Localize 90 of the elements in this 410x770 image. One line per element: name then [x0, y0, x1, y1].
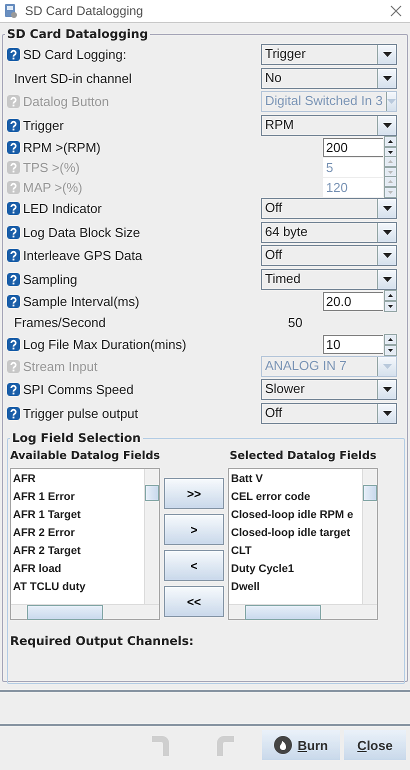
list-item[interactable]: CLT	[231, 542, 360, 560]
dropdown[interactable]: Trigger	[261, 44, 397, 66]
spinner-icon[interactable]	[384, 334, 397, 356]
caret-icon	[382, 410, 392, 416]
help-icon[interactable]	[7, 118, 20, 132]
field-label: Interleave GPS Data	[23, 248, 144, 264]
field-label: MAP >(%)	[23, 180, 84, 194]
help-icon[interactable]	[7, 294, 20, 308]
caret-icon	[382, 122, 392, 128]
caret-icon	[382, 387, 392, 392]
field-list[interactable]: AFR AFR 1 Error AFR 1 Target AFR 2 Error AFR 2 Target AFR load AT TCLU duty	[10, 468, 160, 620]
help-icon[interactable]	[7, 272, 20, 286]
help-icon[interactable]	[7, 226, 20, 239]
field-label: Sampling	[23, 272, 78, 287]
list-item[interactable]: Batt V	[231, 470, 360, 488]
list-item[interactable]: Dwell	[231, 578, 360, 596]
spinner-icon[interactable]	[384, 290, 397, 312]
dropdown[interactable]: Timed	[261, 268, 397, 290]
number-field[interactable]: 20.0	[323, 292, 383, 310]
close-icon[interactable]	[390, 5, 402, 17]
help-icon[interactable]	[7, 383, 20, 396]
caret-icon	[382, 364, 392, 369]
field-label: Stream Input	[23, 358, 98, 374]
help-icon[interactable]	[7, 249, 20, 262]
field-label: Log Data Block Size	[23, 224, 142, 240]
list-item[interactable]: Closed-loop idle target	[231, 524, 360, 542]
field-label: Sample Interval(ms)	[23, 294, 140, 308]
caret-icon	[382, 253, 392, 258]
transfer-button[interactable]: <<	[164, 586, 224, 617]
list-item[interactable]: AFR 1 Error	[13, 488, 142, 506]
list-item[interactable]: AT TCLU duty	[13, 578, 142, 596]
help-icon[interactable]	[7, 140, 20, 154]
help-icon[interactable]	[7, 202, 20, 216]
dropdown[interactable]: No	[261, 68, 397, 89]
list-item[interactable]: AFR 2 Target	[13, 542, 142, 560]
list-item[interactable]: AFR	[13, 470, 142, 488]
caret-icon	[382, 76, 392, 81]
caret-icon	[382, 206, 392, 212]
dropdown[interactable]: RPM	[261, 114, 397, 136]
spinner-icon[interactable]	[384, 136, 397, 158]
window-title: SD Card Datalogging	[25, 4, 144, 18]
number-field[interactable]: 10	[323, 335, 383, 354]
list-item[interactable]: Closed-loop idle RPM e	[231, 506, 360, 524]
field-list[interactable]: Batt V CEL error code Closed-loop idle RPM e Closed-loop idle target CLT Duty Cycle1 Dwell	[228, 468, 378, 620]
transfer-button[interactable]: >	[164, 514, 224, 545]
help-icon[interactable]	[7, 48, 20, 62]
number-field[interactable]: 200	[323, 138, 383, 156]
caret-icon	[382, 52, 392, 58]
close-button[interactable]: Close	[344, 730, 406, 760]
field-label: SD Card Logging:	[23, 47, 128, 62]
help-icon[interactable]	[7, 338, 20, 351]
section-title: SD Card Datalogging	[5, 27, 150, 41]
transfer-button[interactable]: >>	[164, 478, 224, 509]
field-label: Log File Max Duration(mins)	[23, 337, 188, 352]
list-title: Selected Datalog Fields	[230, 449, 376, 462]
field-value: 50	[287, 315, 304, 330]
field-label: TPS >(%)	[23, 160, 81, 174]
dropdown[interactable]: Off	[261, 402, 397, 424]
burn-button[interactable]: Burn	[262, 730, 340, 760]
caret-icon	[386, 99, 396, 104]
list-item[interactable]: AFR 2 Error	[13, 524, 142, 542]
field-label: Frames/Second	[14, 315, 107, 330]
field-label: RPM >(RPM)	[23, 140, 102, 154]
dropdown[interactable]: Off	[261, 198, 397, 220]
transfer-button[interactable]: <	[164, 550, 224, 581]
app-icon	[3, 3, 19, 19]
required-channels-label: Required Output Channels:	[10, 634, 195, 648]
section-title: Log Field Selection	[10, 431, 143, 445]
field-label: LED Indicator	[23, 201, 103, 216]
list-item[interactable]: CEL error code	[231, 488, 360, 506]
vertical-scrollbar[interactable]	[144, 469, 159, 604]
field-label: Invert SD-in channel	[14, 70, 133, 86]
list-item[interactable]: AFR 1 Target	[13, 506, 142, 524]
list-title: Available Datalog Fields	[10, 449, 160, 462]
dropdown[interactable]: 64 byte	[261, 222, 397, 243]
list-item[interactable]: Duty Cycle1	[231, 560, 360, 578]
help-icon[interactable]	[7, 406, 20, 420]
caret-icon	[382, 230, 392, 235]
caret-icon	[382, 276, 392, 282]
field-label: Trigger pulse output	[23, 406, 140, 421]
horizontal-scrollbar[interactable]	[229, 604, 377, 619]
flame-icon	[274, 736, 292, 754]
dropdown[interactable]: Off	[261, 245, 397, 266]
vertical-scrollbar[interactable]	[362, 469, 377, 604]
field-label: SPI Comms Speed	[23, 382, 135, 398]
field-label: Datalog Button	[23, 94, 110, 110]
dropdown[interactable]: Slower	[261, 379, 397, 400]
field-label: Trigger	[23, 118, 65, 133]
list-item[interactable]: AFR load	[13, 560, 142, 578]
horizontal-scrollbar[interactable]	[11, 604, 159, 619]
